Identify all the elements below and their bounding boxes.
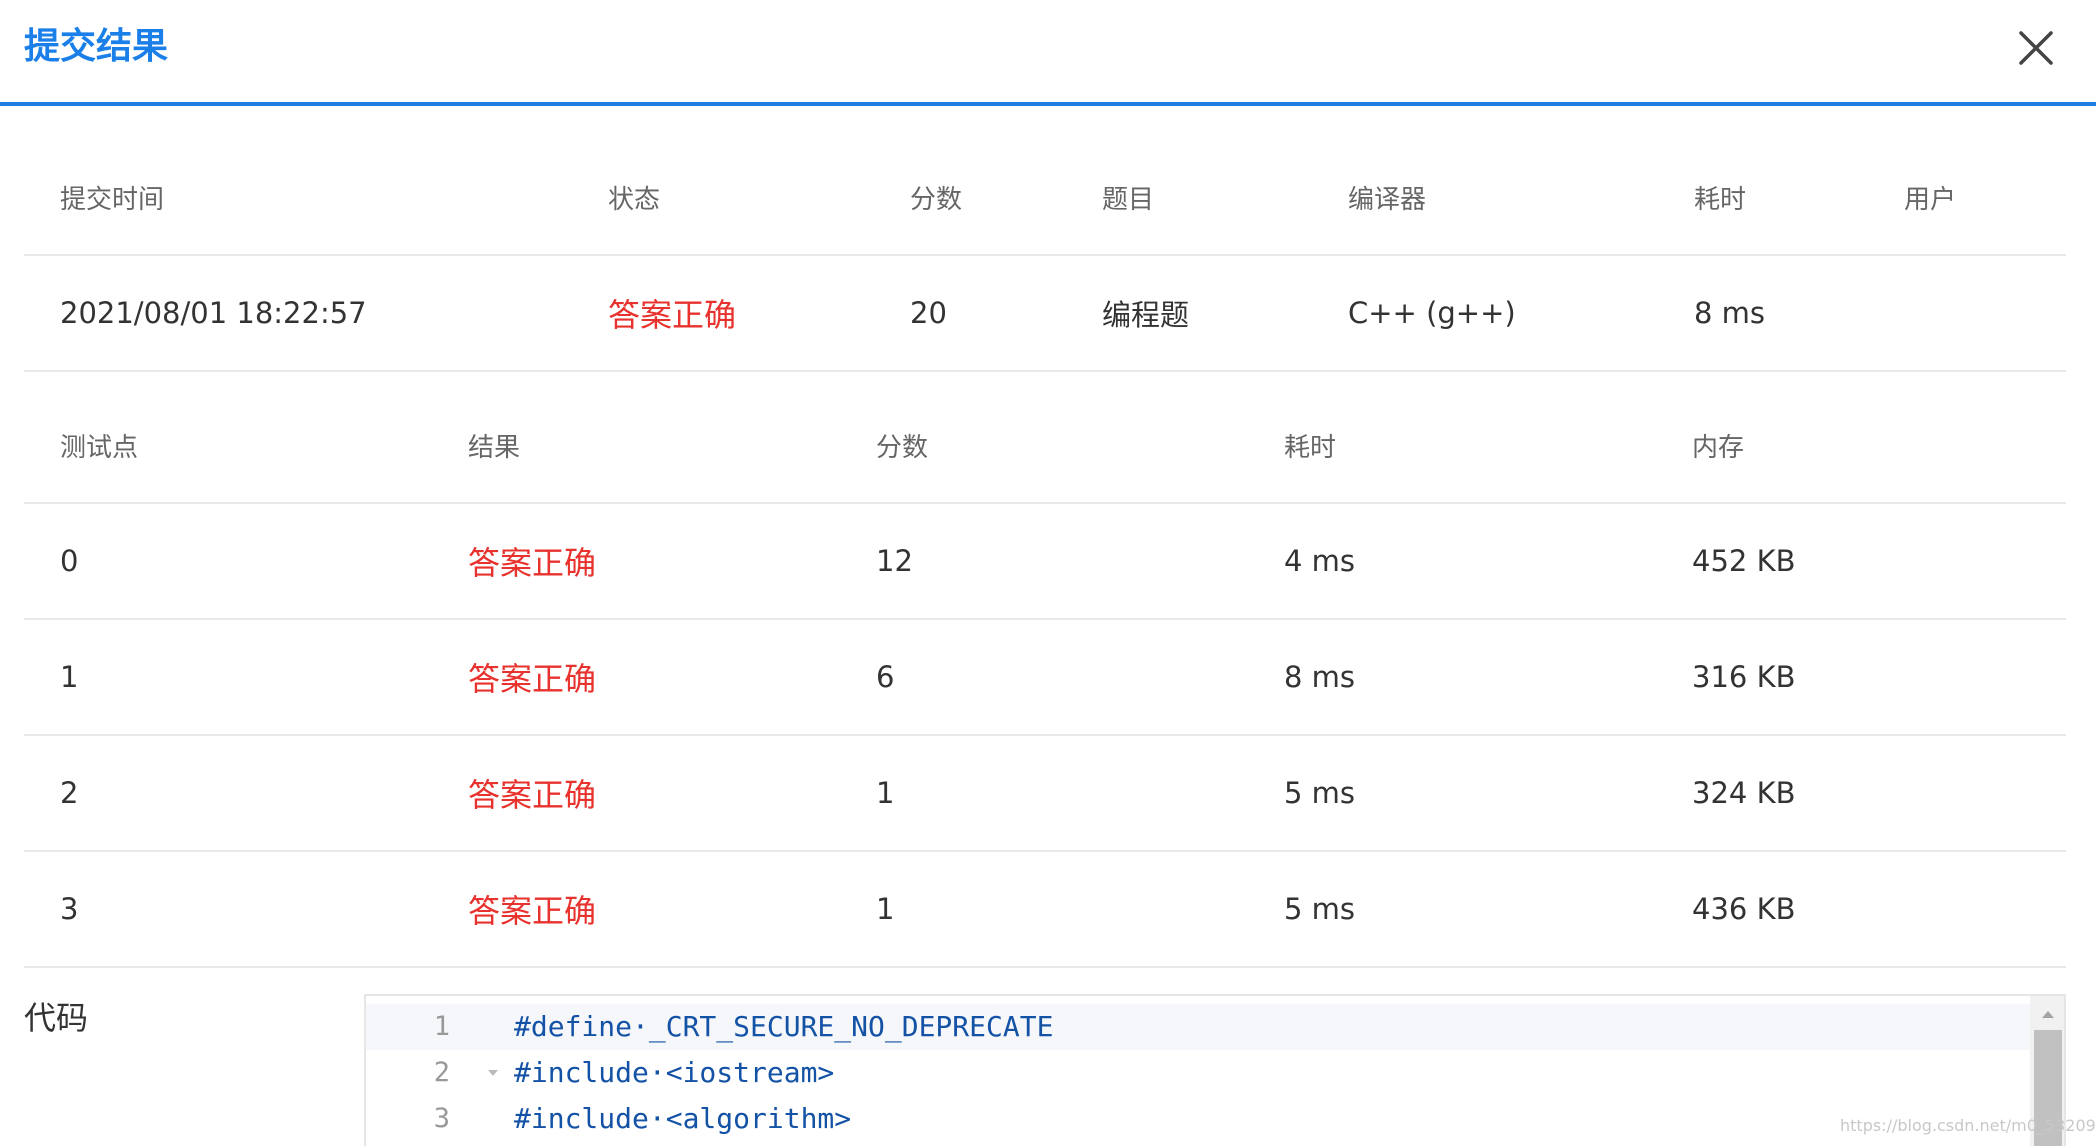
testcase-duration: 5 ms <box>1284 892 1356 926</box>
testcase-result: 答案正确 <box>468 544 597 582</box>
submission-result-dialog: 提交结果 提交时间 状态 分数 题目 编译器 耗时 用户 2021/08/01 … <box>0 0 2096 1146</box>
testcase-result: 答案正确 <box>468 892 597 930</box>
testcase-duration: 4 ms <box>1284 544 1356 578</box>
testcase-score: 12 <box>876 544 913 578</box>
header-submit-time: 提交时间 <box>60 184 165 215</box>
code-line: 2 #include·<iostream> <box>366 1050 2030 1096</box>
testcase-header-row: 测试点 结果 分数 耗时 内存 <box>24 388 2066 504</box>
line-number: 1 <box>433 1011 450 1042</box>
close-button[interactable] <box>2012 24 2060 72</box>
header-tc-duration: 耗时 <box>1284 432 1337 463</box>
table-row: 3 答案正确 1 5 ms 436 KB <box>24 852 2066 968</box>
summary-header-row: 提交时间 状态 分数 题目 编译器 耗时 用户 <box>24 140 2066 256</box>
scroll-up-arrow-icon[interactable] <box>2040 1008 2056 1020</box>
close-icon <box>2019 31 2053 65</box>
summary-data-row: 2021/08/01 18:22:57 答案正确 20 编程题 C++ (g++… <box>24 256 2066 372</box>
code-text: #include·<iostream> <box>514 1056 835 1089</box>
header-score: 分数 <box>910 184 963 215</box>
code-text: #define·_CRT_SECURE_NO_DEPRECATE <box>514 1010 1054 1043</box>
testcase-memory: 324 KB <box>1692 776 1796 810</box>
header-tc-score: 分数 <box>876 432 929 463</box>
problem-link[interactable]: 编程题 <box>1102 256 1189 370</box>
header-memory: 内存 <box>1692 432 1745 463</box>
testcase-score: 6 <box>876 660 895 694</box>
code-label: 代码 <box>24 999 89 1037</box>
header-status: 状态 <box>608 184 661 215</box>
dialog-title: 提交结果 <box>24 26 169 67</box>
line-number: 3 <box>433 1103 450 1134</box>
submit-time: 2021/08/01 18:22:57 <box>60 296 367 330</box>
testcase-score: 1 <box>876 776 895 810</box>
code-line: 1 #define·_CRT_SECURE_NO_DEPRECATE <box>366 1004 2030 1050</box>
fold-arrow-icon[interactable] <box>486 1066 500 1080</box>
testcase-id: 1 <box>60 660 79 694</box>
line-number: 2 <box>433 1057 450 1088</box>
testcase-score: 1 <box>876 892 895 926</box>
header-result: 结果 <box>468 432 521 463</box>
header-problem: 题目 <box>1102 184 1155 215</box>
table-row: 0 答案正确 12 4 ms 452 KB <box>24 504 2066 620</box>
code-line: 3 #include·<algorithm> <box>366 1096 2030 1142</box>
code-text: #include·<algorithm> <box>514 1102 852 1135</box>
header-duration: 耗时 <box>1694 184 1747 215</box>
code-editor[interactable]: 1 #define·_CRT_SECURE_NO_DEPRECATE 2 #in… <box>364 994 2066 1146</box>
testcase-id: 3 <box>60 892 79 926</box>
table-row: 2 答案正确 1 5 ms 324 KB <box>24 736 2066 852</box>
dialog-header: 提交结果 <box>0 0 2096 106</box>
table-row: 1 答案正确 6 8 ms 316 KB <box>24 620 2066 736</box>
status-accepted: 答案正确 <box>608 296 737 334</box>
testcase-result: 答案正确 <box>468 776 597 814</box>
duration-value: 8 ms <box>1694 296 1766 330</box>
testcase-memory: 436 KB <box>1692 892 1796 926</box>
testcase-memory: 452 KB <box>1692 544 1796 578</box>
testcase-memory: 316 KB <box>1692 660 1796 694</box>
testcase-duration: 8 ms <box>1284 660 1356 694</box>
testcase-duration: 5 ms <box>1284 776 1356 810</box>
testcase-id: 2 <box>60 776 79 810</box>
total-score: 20 <box>910 296 947 330</box>
header-user: 用户 <box>1904 184 1957 215</box>
testcase-result: 答案正确 <box>468 660 597 698</box>
testcase-id: 0 <box>60 544 79 578</box>
watermark-text: https://blog.csdn.net/m0_53209892 <box>1840 1116 2096 1135</box>
header-testcase: 测试点 <box>60 432 139 463</box>
header-compiler: 编译器 <box>1348 184 1427 215</box>
compiler-value: C++ (g++) <box>1348 296 1516 330</box>
